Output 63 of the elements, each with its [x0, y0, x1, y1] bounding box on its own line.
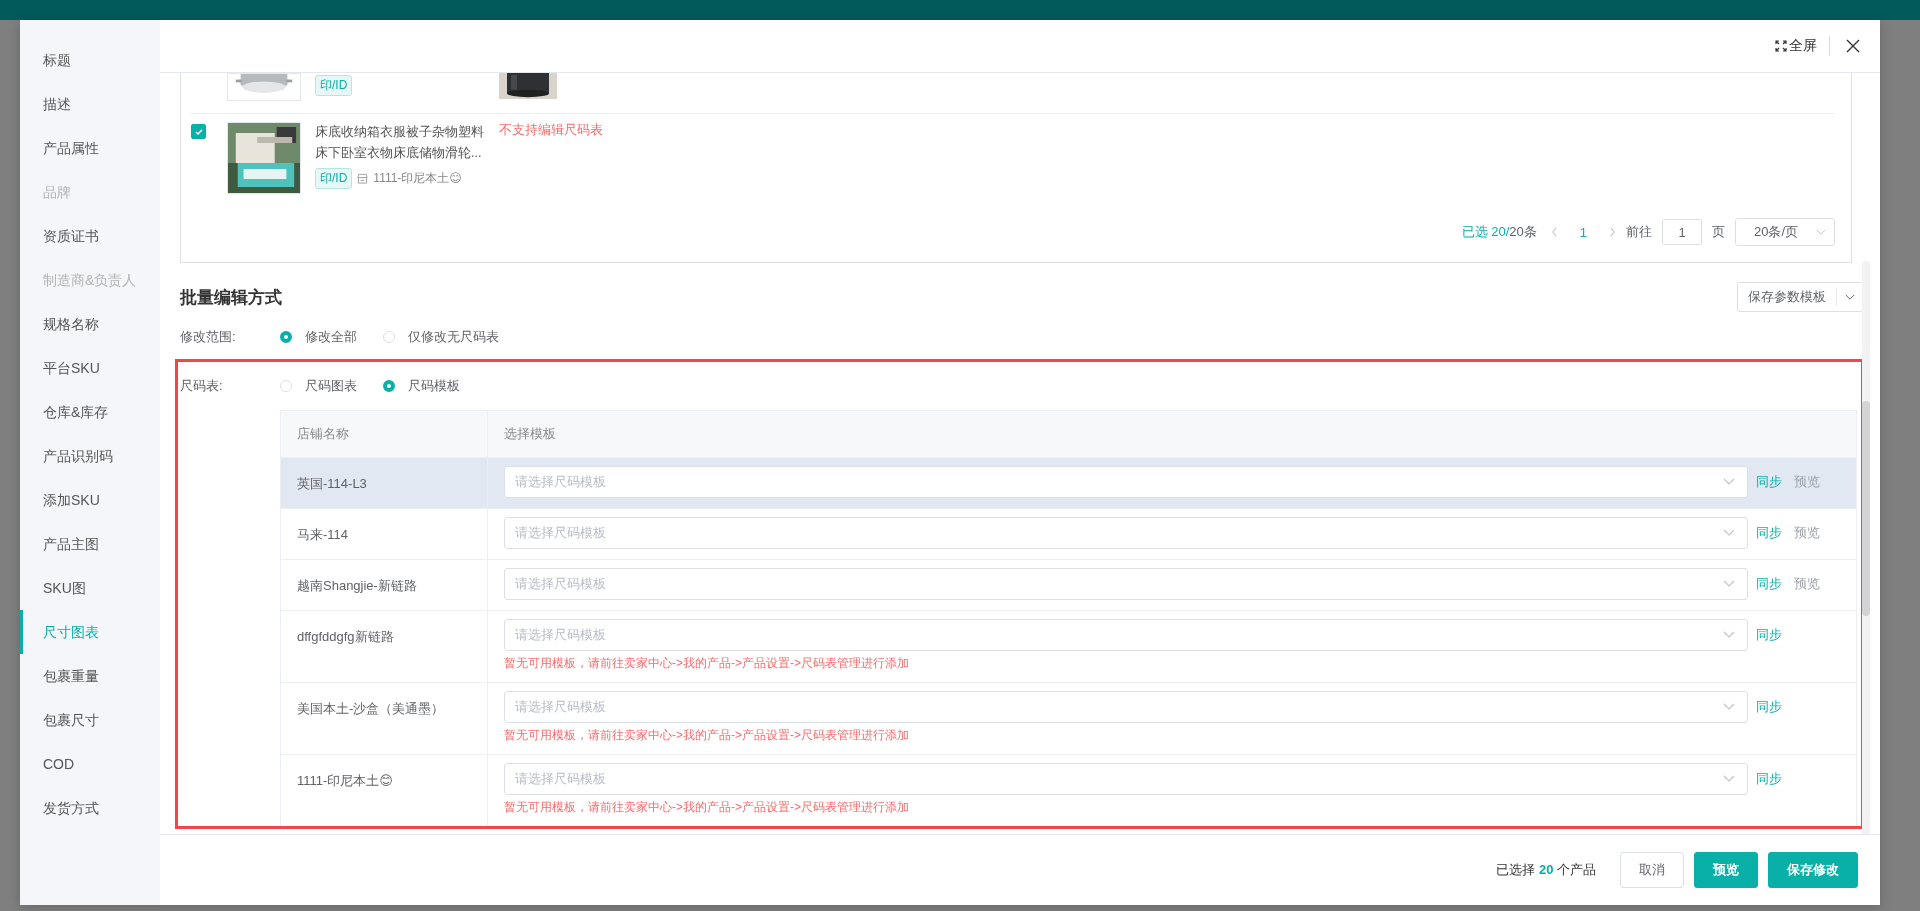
field-label: 修改范围:	[180, 328, 237, 346]
radio-option[interactable]: 仅修改无尺码表	[383, 328, 499, 346]
sidebar-item[interactable]: 产品识别码	[20, 434, 160, 478]
product-title: 床底收纳箱衣服被子杂物塑料床下卧室衣物床底储物滑轮...	[315, 124, 485, 162]
fullscreen-icon	[1775, 40, 1787, 52]
country-tag: 印/ID	[315, 168, 353, 189]
section-title: 批量编辑方式	[180, 286, 282, 309]
sidebar-item[interactable]: COD	[20, 742, 160, 786]
error-text: 暂无可用模板，请前往卖家中心->我的产品->产品设置->尺码表管理进行添加	[504, 727, 910, 744]
sidebar-item[interactable]: 添加SKU	[20, 478, 160, 522]
store-icon	[357, 173, 369, 184]
chevron-down-icon	[1723, 775, 1735, 783]
close-icon[interactable]	[1846, 39, 1860, 53]
footer-button[interactable]: 取消	[1620, 852, 1684, 888]
chevron-down-icon	[1723, 529, 1735, 537]
scrollbar[interactable]	[1862, 261, 1870, 834]
radio-option[interactable]: 尺码图表	[280, 377, 357, 395]
selected-count: 已选 20/	[1461, 223, 1510, 241]
sidebar-item[interactable]: 描述	[20, 82, 160, 126]
store-name: 英国-114-L3	[297, 475, 367, 493]
page-input[interactable]: 1	[1662, 219, 1702, 245]
radio-option[interactable]: 修改全部	[280, 328, 357, 346]
sidebar-item[interactable]: 包裹重量	[20, 654, 160, 698]
chevron-down-icon	[1723, 580, 1735, 588]
previous-page-icon[interactable]	[1550, 227, 1558, 237]
chevron-down-icon	[1723, 478, 1735, 486]
sidebar-item[interactable]: 产品主图	[20, 522, 160, 566]
sidebar-item[interactable]: 仓库&库存	[20, 390, 160, 434]
store-name: 1111-印尼本土😊	[297, 772, 393, 790]
next-page-icon[interactable]	[1609, 227, 1616, 237]
page-unit: 页	[1712, 223, 1725, 241]
page-size-select[interactable]: 20条/页	[1735, 218, 1835, 246]
store-name: dffgfddgfg新链路	[297, 628, 394, 646]
store-name: 马来-114	[297, 526, 349, 544]
sidebar-item[interactable]: 平台SKU	[20, 346, 160, 390]
error-text: 暂无可用模板，请前往卖家中心->我的产品->产品设置->尺码表管理进行添加	[504, 799, 910, 816]
error-text: 暂无可用模板，请前往卖家中心->我的产品->产品设置->尺码表管理进行添加	[504, 655, 910, 672]
radio-option[interactable]: 尺码模板	[383, 377, 460, 395]
store-name: 越南Shangjie-新链路	[297, 577, 417, 595]
sidebar-item[interactable]: 资质证书	[20, 214, 160, 258]
country-tag: 印/ID	[315, 75, 353, 96]
sidebar-item[interactable]: 标题	[20, 38, 160, 82]
sidebar-item[interactable]: 规格名称	[20, 302, 160, 346]
checkbox[interactable]	[191, 124, 206, 139]
checkmark-icon	[193, 126, 204, 137]
sidebar-item[interactable]: 产品属性	[20, 126, 160, 170]
chevron-down-icon	[1723, 703, 1735, 711]
chevron-down-icon	[1845, 293, 1855, 301]
column-header: 店铺名称	[281, 411, 488, 457]
store-name: 美国本土-沙盒（美通墨）	[297, 700, 445, 718]
sidebar-item[interactable]: 发货方式	[20, 786, 160, 830]
total-count: 20条	[1509, 223, 1537, 241]
column-header: 选择模板	[503, 425, 557, 443]
chevron-down-icon	[1723, 631, 1735, 639]
error-text: 不支持编辑尺码表	[499, 123, 603, 137]
chevron-down-icon	[1816, 228, 1826, 236]
sidebar-item[interactable]: SKU图	[20, 566, 160, 610]
goto-label: 前往	[1626, 223, 1652, 241]
selection-summary: 已选择 20 个产品	[1496, 861, 1596, 879]
sidebar-item[interactable]: 包裹尺寸	[20, 698, 160, 742]
field-label: 尺码表:	[180, 377, 224, 395]
store-name: 1111-印尼本土😊	[373, 170, 462, 187]
fullscreen-button[interactable]: 全屏	[1775, 37, 1817, 55]
